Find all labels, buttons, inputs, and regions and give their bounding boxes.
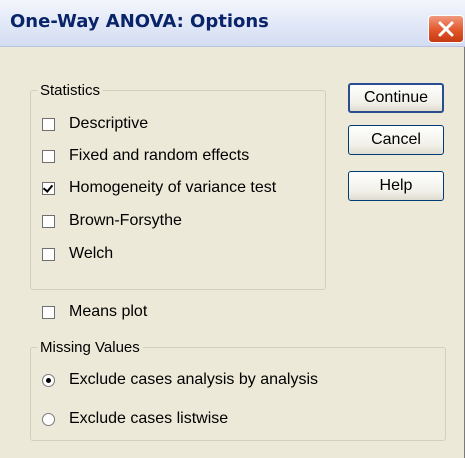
brown-forsythe-label: Brown-Forsythe bbox=[69, 212, 182, 229]
means-plot-checkbox[interactable] bbox=[42, 305, 55, 319]
close-button[interactable] bbox=[428, 15, 464, 43]
brown-forsythe-checkbox[interactable] bbox=[42, 214, 55, 228]
missing-values-legend: Missing Values bbox=[40, 339, 140, 356]
close-icon bbox=[438, 21, 454, 37]
cancel-button[interactable]: Cancel bbox=[348, 125, 444, 155]
descriptive-checkbox[interactable] bbox=[42, 117, 55, 131]
exclude-analysis-by-analysis-radio[interactable] bbox=[42, 373, 55, 387]
homogeneity-test-checkbox[interactable] bbox=[42, 181, 55, 195]
window-title: One-Way ANOVA: Options bbox=[10, 11, 269, 32]
descriptive-label: Descriptive bbox=[69, 115, 149, 132]
descriptive-option[interactable]: Descriptive bbox=[42, 115, 148, 133]
title-bar[interactable]: One-Way ANOVA: Options bbox=[0, 0, 465, 47]
welch-label: Welch bbox=[69, 245, 114, 262]
means-plot-label: Means plot bbox=[69, 303, 148, 320]
exclude-listwise-radio[interactable] bbox=[42, 412, 55, 426]
homogeneity-test-label: Homogeneity of variance test bbox=[69, 179, 277, 196]
exclude-analysis-by-analysis-option[interactable]: Exclude cases analysis by analysis bbox=[42, 371, 318, 389]
welch-option[interactable]: Welch bbox=[42, 245, 113, 263]
fixed-random-effects-checkbox[interactable] bbox=[42, 149, 55, 163]
help-button[interactable]: Help bbox=[348, 171, 444, 201]
options-dialog: One-Way ANOVA: Options Statistics Descri… bbox=[0, 0, 465, 458]
means-plot-option[interactable]: Means plot bbox=[42, 303, 147, 321]
continue-button[interactable]: Continue bbox=[348, 83, 444, 113]
statistics-legend: Statistics bbox=[40, 82, 101, 99]
exclude-analysis-by-analysis-label: Exclude cases analysis by analysis bbox=[69, 371, 319, 388]
fixed-random-effects-label: Fixed and random effects bbox=[69, 147, 250, 164]
exclude-listwise-option[interactable]: Exclude cases listwise bbox=[42, 410, 228, 428]
homogeneity-test-option[interactable]: Homogeneity of variance test bbox=[42, 179, 276, 197]
welch-checkbox[interactable] bbox=[42, 247, 55, 261]
exclude-listwise-label: Exclude cases listwise bbox=[69, 410, 229, 427]
fixed-random-effects-option[interactable]: Fixed and random effects bbox=[42, 147, 249, 165]
brown-forsythe-option[interactable]: Brown-Forsythe bbox=[42, 212, 182, 230]
